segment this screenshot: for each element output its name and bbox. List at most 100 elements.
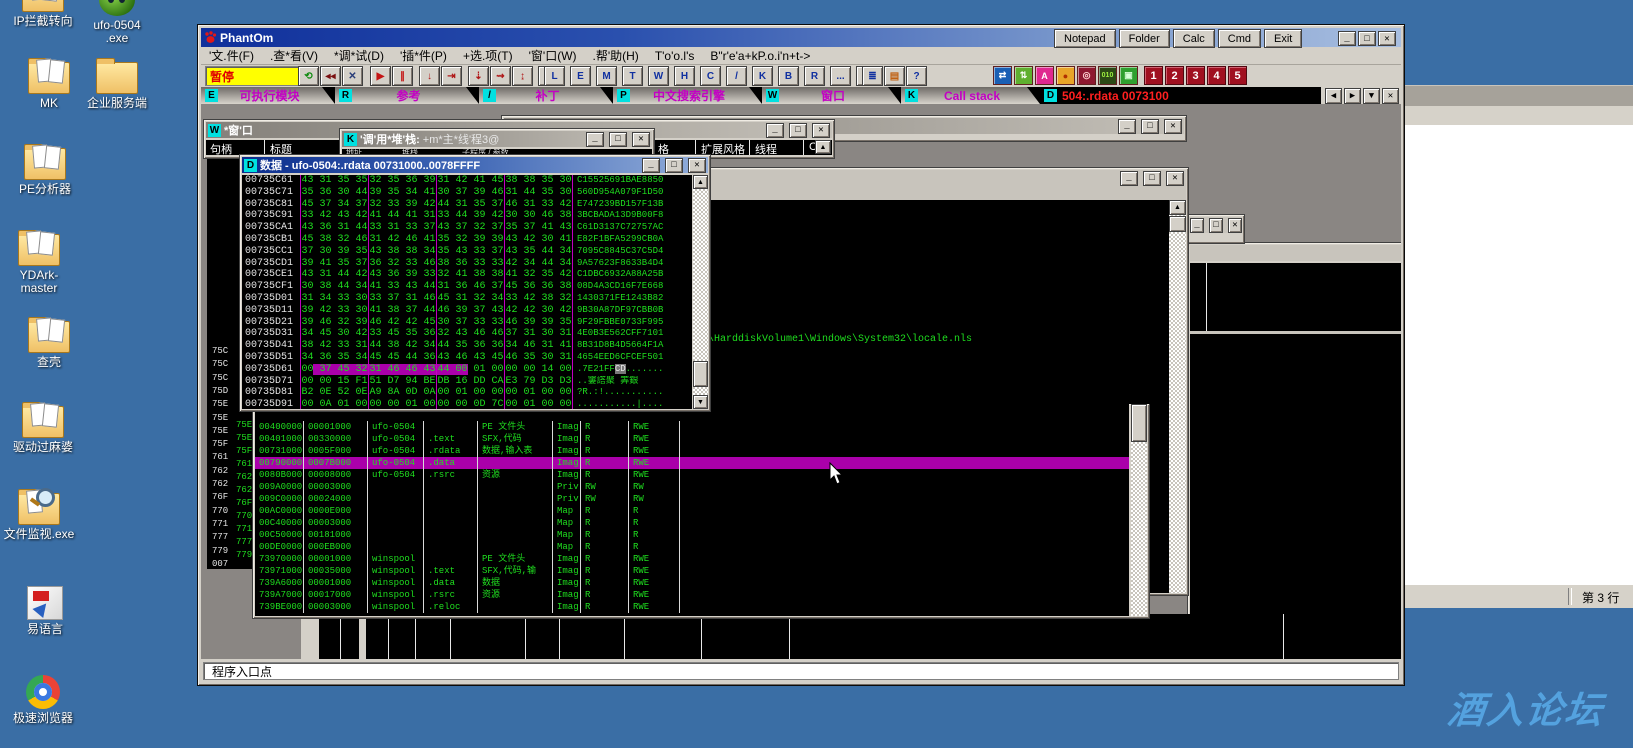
snapshot-button-3[interactable]: 3 [1186, 66, 1205, 85]
menu-item-6[interactable]: .帮'助(H) [585, 47, 647, 64]
locale-scrollbar[interactable]: ▲ [1169, 200, 1186, 593]
desktop-icon-speed-browser[interactable]: 极速浏览器 [6, 675, 80, 725]
exit-button[interactable]: Exit [1264, 29, 1302, 48]
menu-item-3[interactable]: '插*件(P) [392, 47, 455, 64]
memory-row[interactable]: 007310000005F000ufo-0504.rdata数据,输入表Imag… [255, 445, 1129, 457]
desktop-icon-mk[interactable]: MK [12, 62, 86, 110]
desktop-icon-file-monitor[interactable]: 文件监视.exe [2, 493, 76, 541]
cmd-button[interactable]: Cmd [1218, 29, 1261, 48]
right-background-window[interactable] [1187, 242, 1401, 659]
close-icon[interactable]: ✕ [688, 158, 706, 173]
memory-row[interactable]: 00AC00000000E000MapRR [255, 505, 1129, 517]
animate-into-icon[interactable]: ⇣ [468, 66, 489, 86]
maximize-icon[interactable]: □ [665, 158, 683, 173]
desktop-icon-driver-bypass[interactable]: 驱动过麻婆 [6, 406, 80, 454]
memory-row[interactable]: 739BE00000003000winspool.relocImagRRWE [255, 601, 1129, 613]
callstack-titlebar[interactable]: K '调'用*堆'栈: +m*主*线'程3@ _ □ ✕ [342, 131, 652, 147]
column-header[interactable]: 线程 [755, 141, 777, 155]
hex-row[interactable]: 00735D7100 00 15 F151 D7 94 BEDB 16 DD C… [242, 376, 692, 388]
maximize-icon[interactable]: □ [1141, 119, 1159, 134]
memory-row[interactable]: 009A000000003000PrivRWRW [255, 481, 1129, 493]
memory-row[interactable]: 00C5000000181000MapRR [255, 529, 1129, 541]
tab-D[interactable]: D504:.rdata 0073100 [1040, 87, 1194, 104]
maximize-icon[interactable]: □ [609, 132, 627, 147]
memory-row[interactable]: 00C4000000003000MapRR [255, 517, 1129, 529]
memory-scrollbar[interactable] [1131, 404, 1147, 616]
minimize-icon[interactable]: _ [1190, 218, 1204, 233]
close-icon[interactable]: ✕ [1378, 31, 1396, 46]
minimize-icon[interactable]: _ [586, 132, 604, 147]
data-scrollbar[interactable]: ▲ ▼ [693, 175, 708, 409]
maximize-icon[interactable]: □ [1209, 218, 1223, 233]
tab-/[interactable]: /补丁 [479, 87, 613, 104]
hex-row[interactable]: 00735CD139 41 35 3736 32 33 4638 36 33 3… [242, 258, 692, 270]
letter-button-C[interactable]: C [700, 66, 721, 86]
memory-row[interactable]: 009C000000024000PrivRWRW [255, 493, 1129, 505]
minimize-icon[interactable]: _ [642, 158, 660, 173]
hex-row[interactable]: 00735C6143 31 35 3532 35 36 3931 42 41 4… [242, 175, 692, 187]
close-program-icon[interactable]: ✕ [342, 66, 363, 86]
editor-toolbar-2[interactable] [1402, 106, 1633, 125]
desktop-icon-ufo-exe[interactable]: ufo-0504.exe [80, 0, 154, 45]
restart-icon[interactable]: ⟲ [298, 66, 319, 86]
memory-content[interactable]: 0040000000001000ufo-0504PE 文件头ImagRRWE00… [255, 404, 1129, 616]
tab-R[interactable]: R参考 [335, 87, 479, 104]
snapshot-button-5[interactable]: 5 [1228, 66, 1247, 85]
calc-button[interactable]: Calc [1173, 29, 1215, 48]
memory-row[interactable]: 739A600000001000winspool.data数据ImagRRWE [255, 577, 1129, 589]
tab-dropdown-icon[interactable]: ▼ [1363, 88, 1380, 104]
hex-row[interactable]: 00735CB145 38 32 4631 42 46 4135 32 39 3… [242, 234, 692, 246]
pause-icon[interactable]: ∥ [392, 66, 413, 86]
memory-row[interactable]: 0040100000330000ufo-0504.textSFX,代码ImagR… [255, 433, 1129, 445]
hex-row[interactable]: 00735D81B2 0E 52 0EA9 8A 0D 0A00 01 00 0… [242, 387, 692, 399]
menu-item-2[interactable]: *调*试(D) [326, 47, 392, 64]
desktop-icon-yi-language[interactable]: 易语言 [8, 586, 82, 636]
letter-button-M[interactable]: M [596, 66, 617, 86]
hex-row[interactable]: 00735D6100 37 45 3231 46 46 4344 00 01 0… [242, 364, 692, 376]
assemble-icon[interactable]: A [1035, 66, 1054, 85]
right-window-titlebar[interactable] [1190, 245, 1401, 261]
hex-row[interactable]: 00735CC137 30 39 3543 38 38 3435 43 33 3… [242, 246, 692, 258]
minimize-icon[interactable]: _ [1118, 119, 1136, 134]
hex-row[interactable]: 00735D0131 34 33 3033 37 31 4645 31 32 3… [242, 293, 692, 305]
step-into-icon[interactable]: ↓ [419, 66, 440, 86]
locale-titlebar[interactable]: _ □ ✕ [692, 170, 1186, 186]
snapshot-button-1[interactable]: 1 [1144, 66, 1163, 85]
data-dump-window[interactable]: D 数据 - ufo-0504:.rdata 00731000..0078FFF… [239, 154, 711, 412]
close-icon[interactable]: ✕ [632, 132, 650, 147]
hex-row[interactable]: 00735D1139 42 33 3041 38 37 4446 39 37 4… [242, 305, 692, 317]
column-header[interactable]: 标题 [270, 141, 292, 155]
desktop-icon-ip-redirect[interactable]: IP拦截转向 [6, 0, 80, 28]
close-icon[interactable]: ✕ [812, 123, 830, 138]
swap-icon[interactable]: ⇄ [993, 66, 1012, 85]
tab-W[interactable]: W窗口 [762, 87, 901, 104]
data-titlebar[interactable]: D 数据 - ufo-0504:.rdata 00731000..0078FFF… [242, 157, 708, 173]
hex-row[interactable]: 00735D2139 46 32 3946 42 42 4530 37 33 3… [242, 317, 692, 329]
hex-row[interactable]: 00735D5134 36 35 3445 45 44 3643 46 43 4… [242, 352, 692, 364]
desktop-icon-pe-analyzer[interactable]: PE分析器 [8, 148, 82, 196]
menu-item-5[interactable]: '窗'口(W) [521, 47, 585, 64]
editor-toolbar[interactable] [1402, 85, 1633, 106]
maximize-icon[interactable]: □ [1143, 171, 1161, 186]
column-header[interactable]: 句柄 [210, 141, 232, 155]
run-icon[interactable]: ▶ [370, 66, 391, 86]
tab-K[interactable]: KCall stack [901, 87, 1040, 104]
hexdump-content[interactable]: 00735C6143 31 35 3532 35 36 3931 42 41 4… [242, 175, 692, 409]
hex-row[interactable]: 00735CE143 31 44 4243 36 39 3332 41 38 3… [242, 269, 692, 281]
folder-button[interactable]: Folder [1119, 29, 1170, 48]
letter-button-L[interactable]: L [544, 66, 565, 86]
main-titlebar[interactable]: PhantOm NotepadFolderCalcCmdExit _□✕ [201, 28, 1401, 47]
tab-E[interactable]: E可执行模块 [201, 87, 335, 104]
memory-row[interactable]: 007900000007B000ufo-0504.dataImagRRWE [255, 457, 1129, 469]
scroll-down-icon[interactable]: ▼ [693, 395, 708, 409]
menu-item-0[interactable]: '文.件(F) [201, 47, 262, 64]
tab-next-icon[interactable]: ▶ [1344, 88, 1361, 104]
hex-row[interactable]: 00735D3134 45 30 4233 45 35 3632 43 46 4… [242, 328, 692, 340]
memory-row[interactable]: 7397100000035000winspool.textSFX,代码,输Ima… [255, 565, 1129, 577]
snapshot-button-2[interactable]: 2 [1165, 66, 1184, 85]
memory-row[interactable]: 0040000000001000ufo-0504PE 文件头ImagRRWE [255, 421, 1129, 433]
return-icon[interactable]: ↨ [512, 66, 533, 86]
desktop-icon-enterprise-server[interactable]: 企业服务端 [80, 62, 154, 110]
hex-row[interactable]: 00735C9133 42 43 4241 44 41 3133 44 39 4… [242, 210, 692, 222]
scroll-thumb[interactable] [693, 361, 708, 387]
